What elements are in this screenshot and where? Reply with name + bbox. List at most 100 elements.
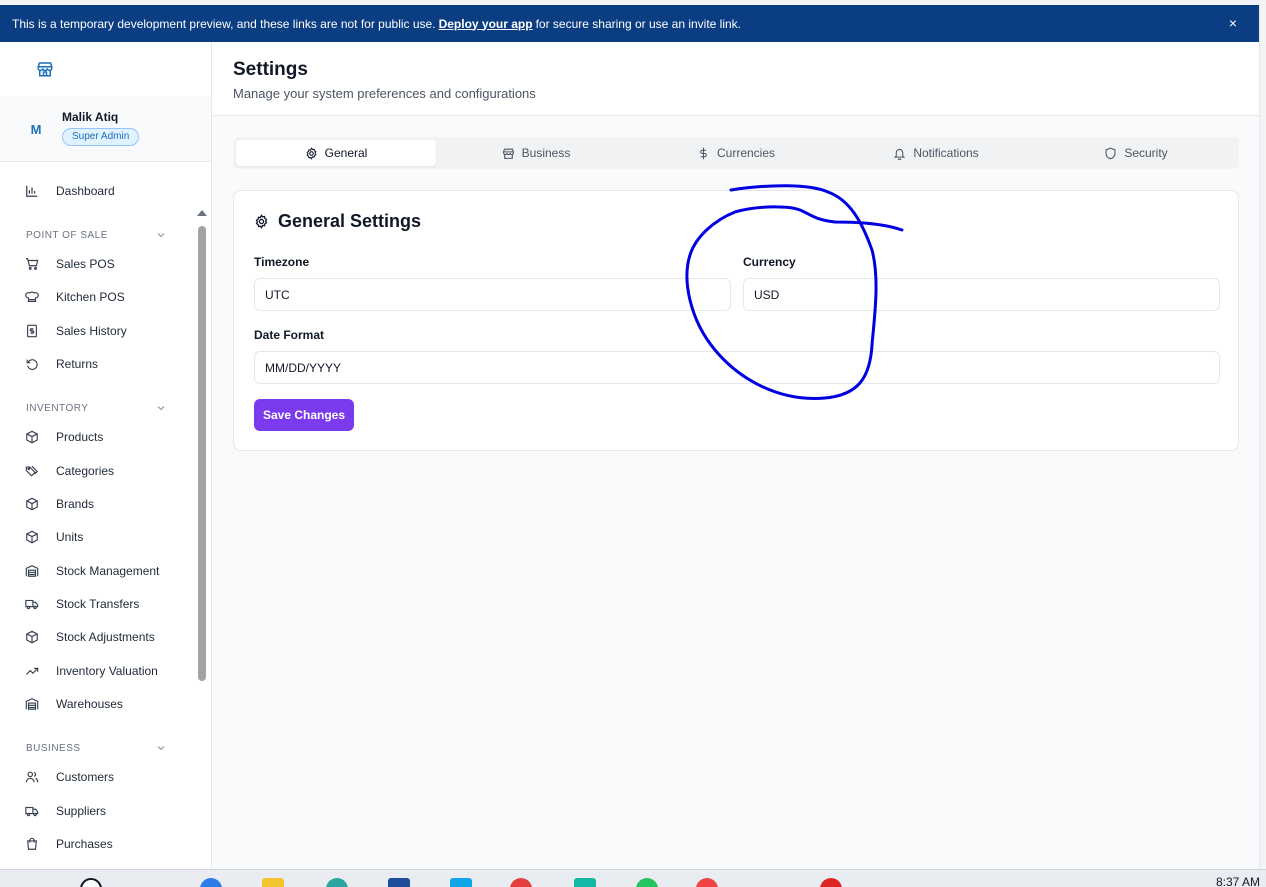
package-icon: [26, 630, 38, 644]
sidebar-item-brands[interactable]: Brands: [0, 489, 196, 519]
sidebar-item-stock-adjustments[interactable]: Stock Adjustments: [0, 622, 196, 652]
sidebar-item-suppliers[interactable]: Suppliers: [0, 796, 196, 826]
deploy-app-link[interactable]: Deploy your app: [439, 17, 533, 31]
date-format-input[interactable]: MM/DD/YYYY: [254, 351, 1220, 384]
tab-label: Notifications: [913, 146, 979, 160]
truck-icon: [25, 806, 39, 817]
chevron-down-icon[interactable]: [156, 403, 166, 413]
page-header: Settings Manage your system preferences …: [213, 42, 1259, 116]
sidebar-item-label: Dashboard: [56, 184, 115, 198]
shield-icon: [1105, 147, 1116, 159]
sidebar-item-sales-pos[interactable]: Sales POS: [0, 249, 196, 279]
user-profile[interactable]: M Malik Atiq Super Admin: [0, 96, 211, 162]
tags-icon: [25, 465, 39, 477]
app-icon[interactable]: [200, 878, 222, 887]
package-icon: [26, 497, 38, 511]
os-taskbar: 8:37 AM: [0, 869, 1266, 887]
sidebar-item-label: Sales POS: [56, 257, 115, 271]
chevron-down-icon[interactable]: [156, 743, 166, 753]
tab-label: General: [324, 146, 368, 160]
sidebar-item-kitchen-pos[interactable]: Kitchen POS: [0, 282, 196, 312]
section-inventory[interactable]: Inventory: [26, 403, 88, 414]
role-badge: Super Admin: [62, 128, 140, 146]
general-settings-card: General Settings Timezone UTC Currency U…: [233, 190, 1239, 451]
tab-label: Business: [521, 146, 571, 160]
sidebar-item-sales-history[interactable]: Sales History: [0, 316, 196, 346]
package-icon: [26, 530, 38, 544]
banner-close-icon[interactable]: ×: [1225, 15, 1241, 31]
sidebar-item-label: Stock Transfers: [56, 597, 140, 611]
dollar-icon: [700, 147, 707, 159]
tab-security[interactable]: Security: [1036, 140, 1236, 166]
banner-text: This is a temporary development preview,…: [12, 16, 436, 31]
chrome-icon[interactable]: [696, 878, 718, 887]
store-logo-icon[interactable]: [36, 60, 54, 78]
warehouse-icon: [25, 698, 39, 710]
settings-tabs: General Business Currencies Notification…: [233, 137, 1239, 169]
whatsapp-icon[interactable]: [636, 878, 658, 887]
sidebar-item-label: Sales History: [56, 324, 127, 338]
store-app-icon[interactable]: [388, 878, 410, 887]
tab-business[interactable]: Business: [436, 140, 636, 166]
currency-label: Currency: [743, 255, 796, 269]
sidebar-item-label: Kitchen POS: [56, 290, 125, 304]
sidebar-item-categories[interactable]: Categories: [0, 456, 196, 486]
store-icon: [502, 148, 514, 159]
sidebar-item-returns[interactable]: Returns: [0, 349, 196, 379]
sidebar-item-warehouses[interactable]: Warehouses: [0, 689, 196, 719]
sidebar-item-label: Warehouses: [56, 697, 123, 711]
sidebar-item-label: Brands: [56, 497, 95, 511]
gear-icon: [255, 214, 268, 229]
sidebar-item-label: Stock Management: [56, 564, 160, 578]
sidebar-item-label: Inventory Valuation: [56, 664, 158, 678]
rotate-ccw-icon: [26, 359, 38, 370]
tab-notifications[interactable]: Notifications: [836, 140, 1036, 166]
sidebar: M Malik Atiq Super Admin Dashboard Point…: [0, 42, 212, 869]
app-icon[interactable]: [574, 878, 596, 887]
banner-text-after: for secure sharing or use an invite link…: [535, 16, 742, 31]
cart-icon: [25, 258, 39, 270]
save-changes-button[interactable]: Save Changes: [254, 399, 354, 431]
tab-general[interactable]: General: [236, 140, 436, 166]
sidebar-item-label: Stock Adjustments: [56, 630, 155, 644]
currency-input[interactable]: USD: [743, 278, 1220, 311]
sidebar-item-inventory-valuation[interactable]: Inventory Valuation: [0, 656, 196, 686]
search-icon[interactable]: [80, 878, 102, 887]
warehouse-icon: [25, 565, 39, 577]
section-business[interactable]: Business: [26, 743, 81, 754]
sidebar-item-stock-transfers[interactable]: Stock Transfers: [0, 589, 196, 619]
sidebar-item-label: Units: [56, 530, 84, 544]
preview-banner: This is a temporary development preview,…: [0, 5, 1259, 42]
app-icon[interactable]: [510, 878, 532, 887]
tab-currencies[interactable]: Currencies: [636, 140, 836, 166]
sidebar-item-label: Purchases: [56, 837, 113, 851]
sidebar-item-dashboard[interactable]: Dashboard: [0, 176, 196, 206]
bar-chart-icon: [26, 185, 38, 197]
trending-up-icon: [25, 667, 39, 675]
edge-icon[interactable]: [326, 878, 348, 887]
shopping-bag-icon: [26, 837, 38, 850]
chevron-down-icon[interactable]: [156, 230, 166, 240]
app-icon[interactable]: [450, 878, 472, 887]
tab-label: Currencies: [716, 146, 776, 160]
timezone-input[interactable]: UTC: [254, 278, 731, 311]
receipt-icon: [27, 324, 37, 338]
sidebar-scrollbar-thumb[interactable]: [198, 226, 206, 681]
main-content: Settings Manage your system preferences …: [213, 42, 1259, 869]
sidebar-item-customers[interactable]: Customers: [0, 762, 196, 792]
sidebar-item-label: Suppliers: [56, 804, 107, 818]
sidebar-item-units[interactable]: Units: [0, 522, 196, 552]
sidebar-item-products[interactable]: Products: [0, 422, 196, 452]
sidebar-item-label: Customers: [56, 770, 115, 784]
timezone-label: Timezone: [254, 255, 310, 269]
section-point-of-sale[interactable]: Point of Sale: [26, 230, 108, 241]
sidebar-item-label: Products: [56, 430, 104, 444]
folder-icon[interactable]: [262, 878, 284, 887]
browser-scrollbar[interactable]: [1259, 5, 1266, 869]
scroll-up-arrow-icon[interactable]: [196, 208, 208, 218]
page-title: Settings: [233, 59, 308, 80]
chef-hat-icon: [25, 291, 39, 302]
opera-icon[interactable]: [820, 878, 842, 887]
sidebar-item-purchases[interactable]: Purchases: [0, 829, 196, 859]
sidebar-item-stock-management[interactable]: Stock Management: [0, 556, 196, 586]
